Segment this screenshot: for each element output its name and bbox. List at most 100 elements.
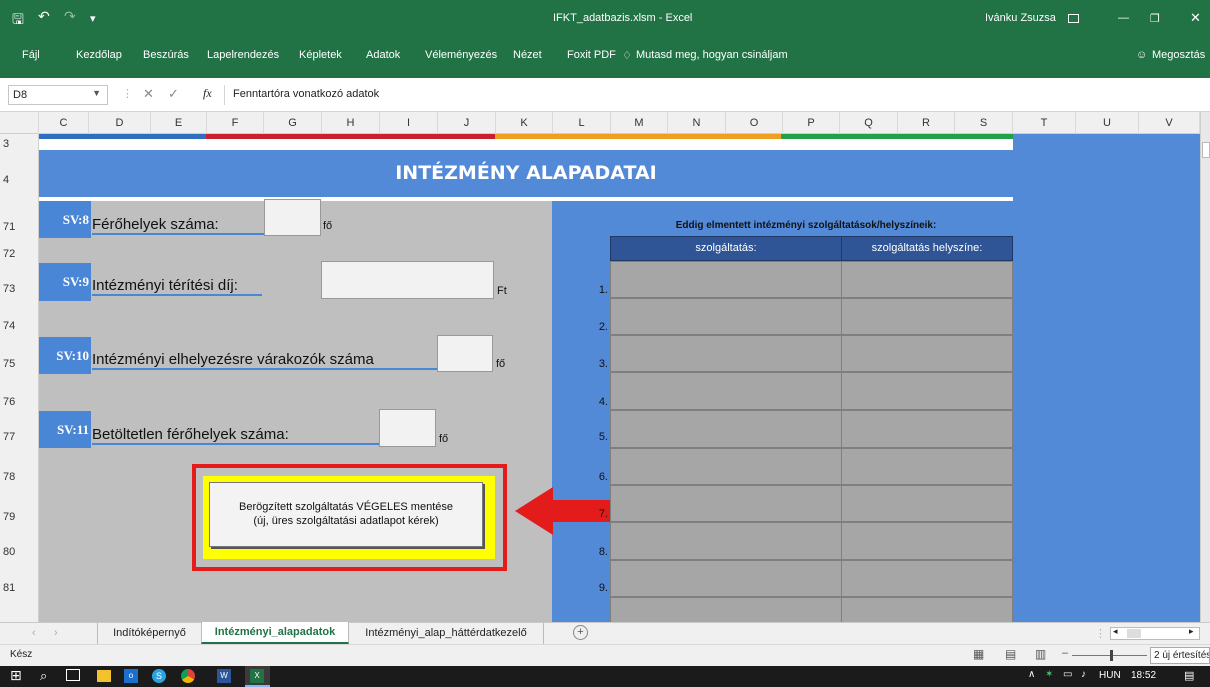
sheet-tab-active[interactable]: Intézményi_alapadatok [201,622,349,644]
scroll-thumb[interactable] [1127,629,1141,638]
column-header-cell[interactable]: D [89,112,151,134]
tab-foxit-pdf[interactable]: Foxit PDF [567,49,616,61]
fee-input[interactable] [321,261,494,299]
column-header-cell[interactable]: K [496,112,553,134]
close-icon[interactable]: ✕ [1190,10,1201,26]
tab-file[interactable]: Fájl [22,49,40,61]
chevron-down-icon[interactable]: ▼ [92,88,101,98]
enter-icon[interactable]: ✓ [168,86,179,102]
location-cell[interactable] [841,410,1013,448]
service-cell[interactable] [610,522,842,560]
column-header-cell[interactable]: P [783,112,840,134]
tab-view[interactable]: Nézet [513,49,542,61]
select-all-corner[interactable] [0,112,39,134]
column-header-cell[interactable]: N [668,112,726,134]
chevron-up-icon[interactable]: ∧ [1028,669,1035,680]
column-header-cell[interactable]: R [898,112,955,134]
scroll-thumb[interactable] [1202,142,1210,158]
location-cell[interactable] [841,448,1013,485]
location-cell[interactable] [841,597,1013,622]
tell-me-box[interactable]: Mutasd meg, hogyan csináljam [636,49,788,61]
share-button[interactable]: Megosztás [1152,49,1205,61]
search-icon[interactable]: ⌕ [40,668,47,684]
formula-input[interactable]: Fenntartóra vonatkozó adatok [224,85,1206,105]
capacity-input[interactable] [264,199,321,236]
horizontal-scrollbar[interactable]: ◂ ▸ [1110,626,1200,640]
vacant-places-input[interactable] [379,409,436,447]
row-header-cell[interactable]: 79 [0,511,39,523]
sheet-tab[interactable]: Intézményi_alap_háttérdatkezelő [349,623,544,644]
column-header-cell[interactable]: S [955,112,1013,134]
ribbon-display-icon[interactable] [1068,14,1079,23]
drag-handle-icon[interactable]: ⋮ [1095,627,1106,640]
tab-review[interactable]: Véleményezés [425,49,497,61]
tab-formulas[interactable]: Képletek [299,49,342,61]
column-header-cell[interactable]: T [1013,112,1076,134]
tab-insert[interactable]: Beszúrás [143,49,189,61]
scroll-left-icon[interactable]: ◂ [1113,626,1118,637]
sheet-tab[interactable]: Indítóképernyő [97,623,201,644]
service-cell[interactable] [610,597,842,622]
excel-taskbar-item[interactable]: X [245,666,270,687]
zoom-out-icon[interactable]: – [1062,647,1068,659]
drag-handle-icon[interactable]: ⋮ [122,87,133,100]
column-header-cell[interactable]: L [553,112,611,134]
column-header-cell[interactable]: I [380,112,438,134]
insert-function-icon[interactable]: fx [203,86,212,101]
page-break-view-icon[interactable]: ▥ [1035,647,1046,661]
column-header-cell[interactable]: G [264,112,322,134]
normal-view-icon[interactable]: ▦ [973,647,984,661]
tab-home[interactable]: Kezdőlap [76,49,122,61]
battery-icon[interactable]: ▭ [1063,669,1072,680]
undo-icon[interactable]: ↶ [38,8,50,25]
outlook-icon[interactable]: o [124,669,138,683]
column-header-cell[interactable]: U [1076,112,1139,134]
service-cell[interactable] [610,448,842,485]
row-header-cell[interactable]: 72 [0,248,39,260]
add-sheet-icon[interactable]: + [573,625,588,640]
scroll-right-icon[interactable]: ▸ [1189,626,1194,637]
word-icon[interactable]: W [217,669,231,683]
zoom-slider-thumb[interactable] [1110,650,1113,661]
final-save-button[interactable]: Berögzített szolgáltatás VÉGELES mentése… [209,482,483,547]
column-header-cell[interactable]: Q [840,112,898,134]
worksheet[interactable]: INTÉZMÉNY ALAPADATAI SV:8 Férőhelyek szá… [39,134,1200,622]
network-icon[interactable]: ✶ [1045,669,1053,680]
column-header-cell[interactable]: F [207,112,264,134]
location-cell[interactable] [841,485,1013,522]
column-header-cell[interactable]: M [611,112,668,134]
row-header-cell[interactable]: 80 [0,546,39,558]
name-box[interactable]: D8 ▼ [8,85,108,105]
row-header-cell[interactable]: 74 [0,320,39,332]
service-cell[interactable] [610,410,842,448]
restore-icon[interactable]: ❐ [1150,12,1160,25]
waiting-list-input[interactable] [437,335,493,372]
row-header-cell[interactable]: 77 [0,431,39,443]
page-layout-view-icon[interactable]: ▤ [1005,647,1016,661]
save-icon[interactable]: 🖫 [12,9,24,33]
service-cell[interactable] [610,335,842,372]
column-header-cell[interactable]: V [1139,112,1200,134]
tab-scroll-left-icon[interactable]: ‹ [32,627,36,639]
location-cell[interactable] [841,298,1013,335]
notification-badge[interactable]: 2 új értesítés [1150,647,1210,664]
user-name[interactable]: Ivánku Zsuzsa [985,12,1056,24]
cancel-icon[interactable]: ✕ [143,86,154,102]
location-cell[interactable] [841,560,1013,597]
column-header-cell[interactable]: E [151,112,207,134]
column-header-cell[interactable]: J [438,112,496,134]
row-header-cell[interactable]: 71 [0,221,39,233]
column-header-cell[interactable]: O [726,112,783,134]
skype-icon[interactable]: S [152,669,166,683]
service-cell[interactable] [610,261,842,298]
location-cell[interactable] [841,372,1013,410]
vertical-scrollbar[interactable] [1200,112,1210,622]
row-header-cell[interactable]: 76 [0,396,39,408]
row-header-cell[interactable]: 78 [0,471,39,483]
location-cell[interactable] [841,261,1013,298]
redo-icon[interactable]: ↷ [64,8,76,25]
location-cell[interactable] [841,522,1013,560]
column-header-cell[interactable]: C [39,112,89,134]
tab-data[interactable]: Adatok [366,49,400,61]
clock[interactable]: 18:52 [1131,670,1156,681]
